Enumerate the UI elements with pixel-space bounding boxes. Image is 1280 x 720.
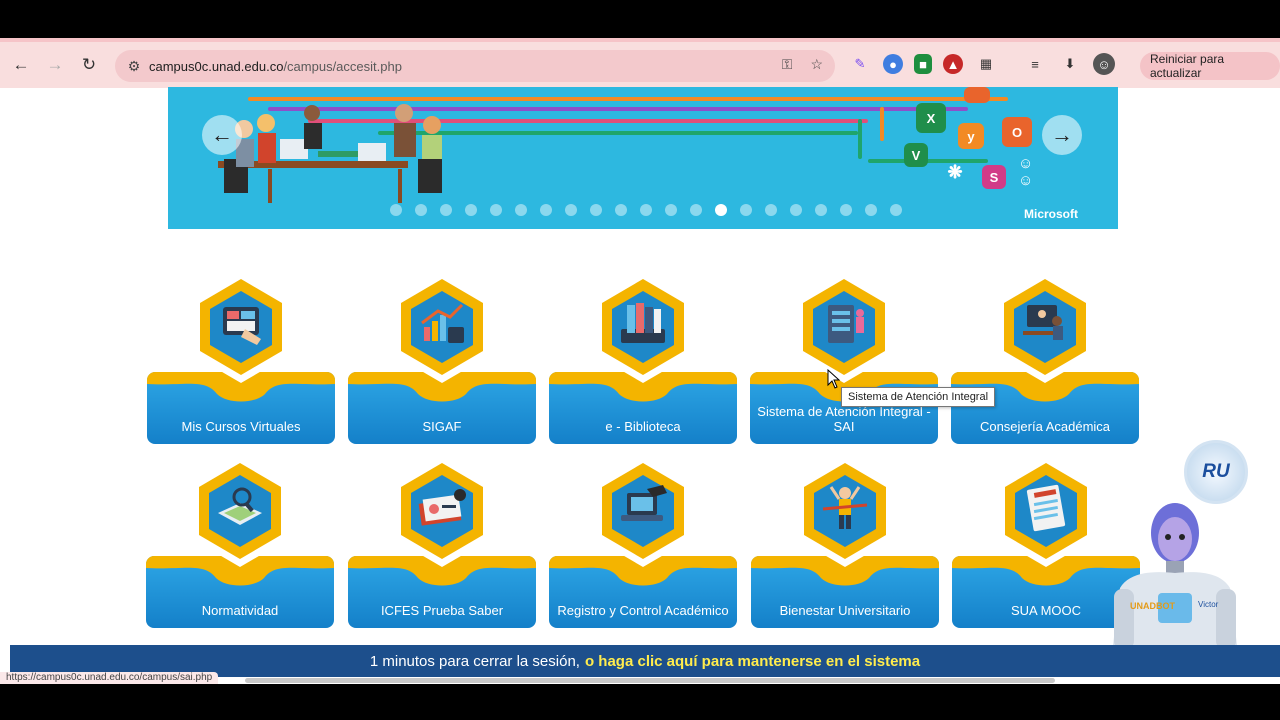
carousel-banner: X V y O S ❋ ☺☺ ← → Microsoft	[168, 87, 1118, 229]
carousel-dot[interactable]	[865, 204, 877, 216]
tile-bienestar-universitario[interactable]: Bienestar Universitario	[751, 453, 939, 628]
status-bar-url: https://campus0c.unad.edu.co/campus/sai.…	[0, 672, 219, 684]
carousel-dot[interactable]	[540, 204, 552, 216]
tablet-touch-icon	[223, 307, 261, 345]
tile-label: SIGAF	[422, 419, 462, 434]
visio-app-icon: V	[904, 143, 928, 167]
team-illustration	[224, 104, 442, 203]
map-search-icon	[218, 487, 262, 525]
carousel-indicators	[390, 204, 902, 216]
carousel-next-button[interactable]: →	[1042, 115, 1082, 155]
robot-badge-right: Victor	[1198, 600, 1219, 609]
tile-label: Sistema de Atención Integral - SAI	[757, 404, 931, 434]
support-panel-icon	[828, 305, 864, 343]
runner-finish-icon	[822, 486, 868, 529]
carousel-prev-button[interactable]: ←	[202, 115, 242, 155]
carousel-dot[interactable]	[640, 204, 652, 216]
exam-sheet-icon	[418, 489, 466, 526]
red-extension-icon[interactable]: ▲	[943, 54, 963, 74]
video-counseling-icon	[1023, 305, 1063, 340]
excel-app-icon: X	[916, 103, 946, 133]
carousel-dot[interactable]	[740, 204, 752, 216]
skype-app-icon: S	[982, 165, 1006, 189]
url-text[interactable]: campus0c.unad.edu.co/campus/accesit.php	[149, 59, 402, 74]
people-icon: ☺☺	[1018, 155, 1034, 189]
back-arrow-icon[interactable]: ←	[8, 52, 34, 78]
horizontal-scrollbar[interactable]	[245, 678, 1055, 683]
pen-extension-icon[interactable]: ✎	[848, 52, 872, 76]
microsoft-brand-label: Microsoft	[1024, 207, 1078, 221]
carousel-dot[interactable]	[565, 204, 577, 216]
media-queue-icon[interactable]: ≡	[1023, 52, 1047, 76]
laptop-graduation-icon	[621, 485, 667, 521]
digital-books-icon	[621, 303, 665, 343]
carousel-dot[interactable]	[415, 204, 427, 216]
robot-badge-left: UNADBOT	[1130, 601, 1175, 611]
reload-icon[interactable]: ↻	[76, 52, 102, 78]
tile-e-biblioteca[interactable]: e - Biblioteca	[549, 269, 737, 444]
session-message: 1 minutos para cerrar la sesión,	[369, 652, 580, 670]
site-settings-icon[interactable]: ⚙	[119, 58, 149, 75]
carousel-dot[interactable]	[815, 204, 827, 216]
tile-label: ICFES Prueba Saber	[380, 603, 504, 618]
mouse-cursor-icon	[827, 369, 841, 389]
carousel-dot[interactable]	[465, 204, 477, 216]
tile-label: Mis Cursos Virtuales	[181, 419, 301, 434]
robot-assistant-avatar[interactable]: UNADBOT Victor	[1100, 493, 1250, 663]
profile-avatar-icon[interactable]: ☺	[1093, 53, 1115, 75]
tile-label: e - Biblioteca	[605, 419, 681, 434]
green-extension-icon[interactable]: ■	[914, 54, 932, 74]
circuit-line	[868, 159, 988, 163]
tile-registro-control-academico[interactable]: Registro y Control Académico	[549, 453, 737, 628]
bookmark-star-icon[interactable]: ☆	[810, 56, 823, 73]
open-document-icon	[1026, 484, 1066, 532]
tile-label: Consejería Académica	[979, 419, 1111, 434]
tile-label: Normatividad	[201, 603, 279, 618]
tile-icfes-prueba-saber[interactable]: ICFES Prueba Saber	[348, 453, 536, 628]
carousel-dot[interactable]	[890, 204, 902, 216]
circuit-line	[858, 119, 862, 159]
tile-label: Bienestar Universitario	[779, 603, 911, 618]
carousel-dot[interactable]	[690, 204, 702, 216]
tooltip: Sistema de Atención Integral	[841, 387, 996, 407]
circuit-line	[378, 131, 858, 135]
password-key-icon[interactable]: ⚿	[782, 56, 793, 73]
network-icon: ❋	[947, 161, 963, 182]
tile-sai[interactable]: Sistema de Atención Integral - SAI	[750, 269, 938, 444]
office-app-icon: O	[1002, 117, 1032, 147]
carousel-dot[interactable]	[790, 204, 802, 216]
browser-frame: ← → ↻ ⚙ campus0c.unad.edu.co/campus/acce…	[0, 38, 1280, 684]
yammer-app-icon: y	[958, 123, 984, 149]
carousel-dot[interactable]	[840, 204, 852, 216]
restart-to-update-button[interactable]: Reiniciar para actualizar	[1140, 52, 1280, 80]
carousel-dot[interactable]	[715, 204, 727, 216]
finance-chart-icon	[421, 303, 464, 343]
carousel-dot[interactable]	[440, 204, 452, 216]
tile-sigaf[interactable]: SIGAF	[348, 269, 536, 444]
tile-normatividad[interactable]: Normatividad	[146, 453, 334, 628]
carousel-dot[interactable]	[590, 204, 602, 216]
circuit-line	[880, 107, 884, 141]
tile-mis-cursos-virtuales[interactable]: Mis Cursos Virtuales	[147, 269, 335, 444]
tile-consejeria-academica[interactable]: Consejería Académica	[951, 269, 1139, 444]
download-icon[interactable]: ⬇	[1058, 52, 1082, 76]
browser-toolbar: ← → ↻ ⚙ campus0c.unad.edu.co/campus/acce…	[0, 38, 1280, 88]
carousel-dot[interactable]	[665, 204, 677, 216]
forward-arrow-icon[interactable]: →	[42, 52, 68, 78]
globe-extension-icon[interactable]: ●	[883, 54, 903, 74]
powerpoint-app-icon	[964, 87, 990, 103]
carousel-dot[interactable]	[765, 204, 777, 216]
carousel-dot[interactable]	[515, 204, 527, 216]
extensions-area: ✎ ● ■ ▲ ▦ ≡ ⬇ ☺	[848, 52, 1115, 76]
keep-session-link[interactable]: o haga clic aquí para mantenerse en el s…	[585, 653, 920, 670]
address-bar[interactable]: ⚙ campus0c.unad.edu.co/campus/accesit.ph…	[115, 50, 835, 82]
carousel-dot[interactable]	[615, 204, 627, 216]
carousel-dot[interactable]	[390, 204, 402, 216]
tile-label: Registro y Control Académico	[557, 603, 729, 618]
puzzle-extensions-icon[interactable]: ▦	[974, 52, 998, 76]
carousel-dot[interactable]	[490, 204, 502, 216]
